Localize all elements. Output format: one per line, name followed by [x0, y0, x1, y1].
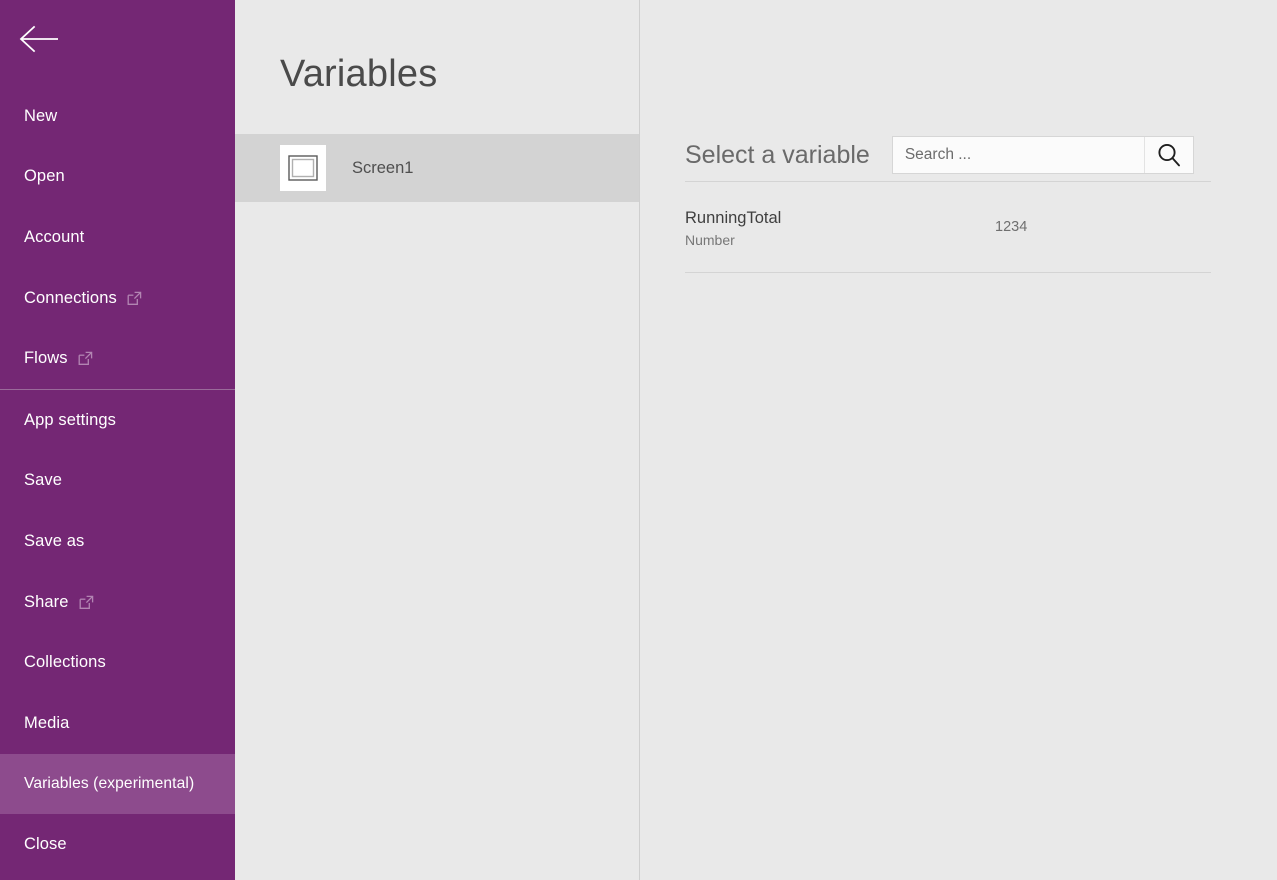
app-window: New Open Account Connections Flows App s… [0, 0, 1277, 880]
variable-value: 1234 [995, 219, 1028, 235]
sidebar-item-collections[interactable]: Collections [0, 632, 235, 693]
external-link-icon [79, 595, 94, 610]
sidebar-item-save[interactable]: Save [0, 451, 235, 512]
sidebar-item-label: Save as [24, 531, 85, 550]
search-box[interactable] [891, 136, 1194, 174]
sidebar-item-label: Variables (experimental) [24, 774, 195, 792]
sidebar-item-label: Close [24, 834, 67, 853]
select-variable-label: Select a variable [685, 140, 870, 169]
variable-name: RunningTotal [685, 209, 782, 227]
search-icon [1156, 142, 1182, 168]
page-title: Variables [280, 53, 438, 95]
sidebar-item-app-settings[interactable]: App settings [0, 390, 235, 451]
search-input[interactable] [892, 137, 1144, 173]
screen-list: Screen1 [235, 134, 639, 202]
sidebar-item-label: Account [24, 227, 85, 246]
sidebar-item-label: Share [24, 592, 69, 611]
variable-row-divider [685, 272, 1211, 273]
sidebar-item-variables[interactable]: Variables (experimental) [0, 753, 235, 815]
sidebar-item-label: New [24, 106, 58, 125]
sidebar-item-label: App settings [24, 410, 117, 429]
sidebar-item-label: Save [24, 471, 63, 490]
sidebar-item-save-as[interactable]: Save as [0, 511, 235, 572]
sidebar-item-label: Collections [24, 653, 106, 672]
variable-row-runningtotal[interactable]: RunningTotal Number 1234 [685, 182, 1211, 272]
sidebar-item-share[interactable]: Share [0, 572, 235, 633]
sidebar-item-new[interactable]: New [0, 86, 235, 147]
sidebar-item-media[interactable]: Media [0, 693, 235, 754]
external-link-icon [127, 291, 142, 306]
search-button[interactable] [1145, 137, 1193, 173]
sidebar: New Open Account Connections Flows App s… [0, 0, 235, 880]
sidebar-item-open[interactable]: Open [0, 147, 235, 208]
screen-label: Screen1 [352, 158, 414, 177]
variables-header: Select a variable [685, 136, 1211, 174]
sidebar-nav: New Open Account Connections Flows App s… [0, 86, 235, 875]
external-link-icon [78, 351, 93, 366]
sidebar-item-label: Media [24, 713, 70, 732]
variables-panel: Select a variable RunningTotal [640, 0, 1277, 880]
back-button[interactable] [18, 18, 66, 60]
sidebar-item-flows[interactable]: Flows [0, 328, 235, 389]
sidebar-item-label: Connections [24, 288, 117, 307]
sidebar-item-account[interactable]: Account [0, 207, 235, 268]
back-arrow-icon [18, 24, 62, 54]
list-item-screen1[interactable]: Screen1 [235, 134, 639, 202]
sidebar-item-label: Open [24, 167, 65, 186]
screens-panel: Variables Screen1 [235, 0, 640, 880]
sidebar-item-label: Flows [24, 349, 68, 368]
variable-name-group: RunningTotal Number [685, 182, 985, 248]
sidebar-item-connections[interactable]: Connections [0, 268, 235, 329]
variable-type: Number [685, 231, 735, 248]
sidebar-item-close[interactable]: Close [0, 814, 235, 875]
screen-icon [280, 145, 326, 191]
